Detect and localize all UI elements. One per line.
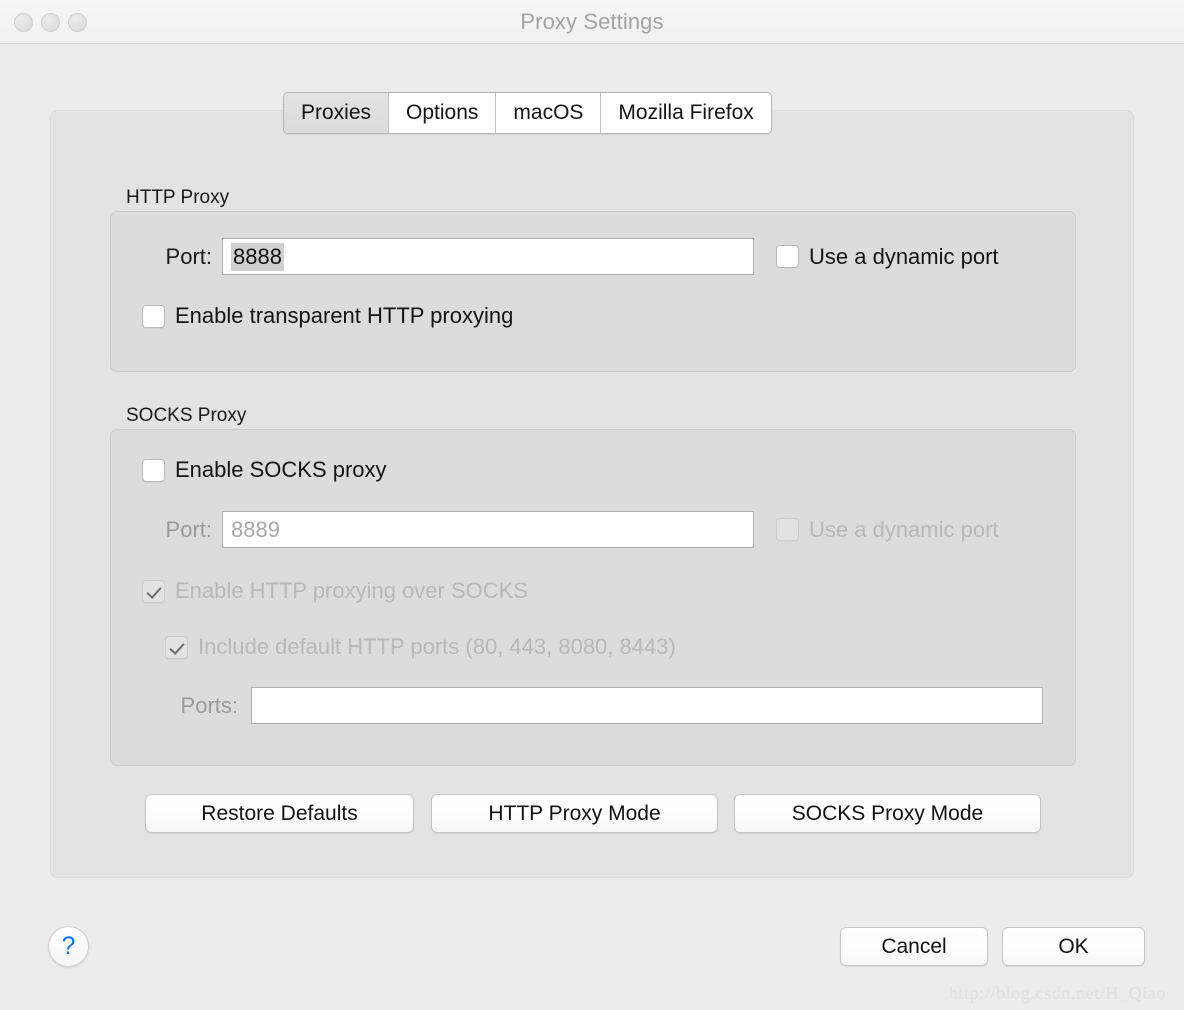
- http-proxy-group-label: HTTP Proxy: [126, 187, 229, 209]
- socks-default-ports-label: Include default HTTP ports (80, 443, 808…: [198, 634, 676, 660]
- window-title: Proxy Settings: [0, 0, 1184, 43]
- restore-defaults-button[interactable]: Restore Defaults: [145, 794, 414, 833]
- checkbox-icon[interactable]: [776, 245, 799, 268]
- tab-mozilla-firefox[interactable]: Mozilla Firefox: [601, 93, 770, 133]
- checkbox-icon[interactable]: [142, 305, 165, 328]
- socks-enable-label: Enable SOCKS proxy: [175, 457, 387, 483]
- http-dynamic-port-checkbox[interactable]: Use a dynamic port: [776, 244, 999, 270]
- http-transparent-row: Enable transparent HTTP proxying: [142, 303, 513, 329]
- http-proxy-groupbox: [110, 211, 1076, 372]
- http-transparent-proxying-checkbox[interactable]: Enable transparent HTTP proxying: [142, 303, 513, 329]
- checkbox-checked-icon[interactable]: [165, 636, 188, 659]
- socks-ports-input[interactable]: [251, 687, 1043, 724]
- checkbox-icon[interactable]: [776, 518, 799, 541]
- socks-port-label: Port:: [140, 517, 212, 543]
- http-port-value: 8888: [231, 243, 284, 271]
- tab-proxies[interactable]: Proxies: [284, 93, 389, 133]
- socks-ports-row: Ports:: [161, 687, 1043, 724]
- tab-bar: Proxies Options macOS Mozilla Firefox: [283, 92, 772, 134]
- help-button[interactable]: ?: [48, 926, 89, 967]
- http-proxy-mode-button[interactable]: HTTP Proxy Mode: [431, 794, 718, 833]
- socks-port-value: 8889: [231, 517, 280, 543]
- socks-port-row: Port: 8889 Use a dynamic port: [140, 511, 999, 548]
- socks-default-ports-checkbox[interactable]: Include default HTTP ports (80, 443, 808…: [165, 634, 676, 660]
- socks-http-over-socks-checkbox[interactable]: Enable HTTP proxying over SOCKS: [142, 578, 528, 604]
- socks-http-over-socks-row: Enable HTTP proxying over SOCKS: [142, 578, 528, 604]
- checkbox-checked-icon[interactable]: [142, 580, 165, 603]
- http-dynamic-port-label: Use a dynamic port: [809, 244, 999, 270]
- tab-macos[interactable]: macOS: [496, 93, 601, 133]
- http-port-label: Port:: [140, 244, 212, 270]
- socks-enable-checkbox[interactable]: Enable SOCKS proxy: [142, 457, 387, 483]
- cancel-button[interactable]: Cancel: [840, 927, 988, 966]
- question-mark-icon: ?: [62, 932, 76, 961]
- socks-dynamic-port-label: Use a dynamic port: [809, 517, 999, 543]
- socks-enable-row: Enable SOCKS proxy: [142, 457, 387, 483]
- socks-http-over-socks-label: Enable HTTP proxying over SOCKS: [175, 578, 528, 604]
- socks-ports-label: Ports:: [161, 693, 238, 719]
- socks-default-ports-row: Include default HTTP ports (80, 443, 808…: [165, 634, 676, 660]
- http-port-row: Port: 8888 Use a dynamic port: [140, 238, 999, 275]
- socks-proxy-group-label: SOCKS Proxy: [126, 405, 246, 427]
- checkbox-icon[interactable]: [142, 459, 165, 482]
- socks-proxy-mode-button[interactable]: SOCKS Proxy Mode: [734, 794, 1041, 833]
- tab-options[interactable]: Options: [389, 93, 496, 133]
- watermark-text: http://blog.csdn.net/H_Qiao: [949, 983, 1166, 1004]
- socks-dynamic-port-checkbox[interactable]: Use a dynamic port: [776, 517, 999, 543]
- window-titlebar: Proxy Settings: [0, 0, 1184, 44]
- socks-port-input[interactable]: 8889: [222, 511, 754, 548]
- http-port-input[interactable]: 8888: [222, 238, 754, 275]
- ok-button[interactable]: OK: [1002, 927, 1145, 966]
- http-transparent-proxying-label: Enable transparent HTTP proxying: [175, 303, 513, 329]
